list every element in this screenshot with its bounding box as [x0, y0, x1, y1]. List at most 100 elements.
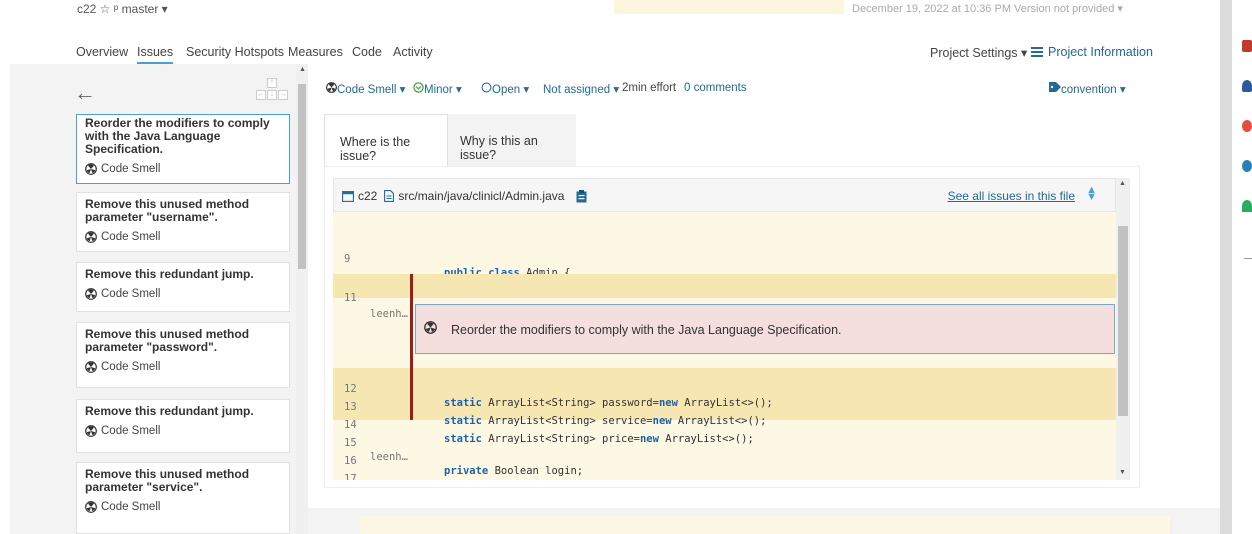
issue-list-item[interactable]: Reorder the modifiers to comply with the…	[76, 114, 290, 184]
code-line: 12 static ArrayList<String> password=new…	[333, 368, 1116, 409]
inline-issue-box[interactable]: Reorder the modifiers to comply with the…	[415, 304, 1115, 354]
issue-list-item[interactable]: Remove this unused method parameter "pas…	[76, 322, 290, 388]
rail-icon[interactable]	[1242, 160, 1252, 172]
tab-where-is-the-issue[interactable]: Where is the issue?	[324, 114, 448, 166]
code-line: 14 static ArrayList<String> price=new Ar…	[333, 404, 1116, 445]
back-arrow-icon[interactable]: ←	[74, 80, 96, 106]
app-root: c22 ☆ ᵖ master ▾ December 19, 2022 at 10…	[0, 0, 1252, 534]
code-line: 9 public class Admin {	[333, 240, 1116, 279]
issue-list-item[interactable]: Remove this unused method parameter "use…	[76, 192, 290, 252]
project-icon	[342, 190, 354, 202]
tab-issues[interactable]: Issues	[137, 45, 174, 64]
sidebar-scrollbar-thumb[interactable]	[298, 84, 306, 269]
project-settings-menu[interactable]: Project Settings ▾	[930, 45, 1027, 60]
code-line: 8	[333, 224, 1116, 240]
key-right-icon: →	[278, 90, 288, 100]
highlight-strip	[614, 0, 844, 14]
tab-measures[interactable]: Measures	[288, 45, 343, 59]
tab-why-is-this-an-issue[interactable]: Why is this an issue?	[448, 114, 576, 166]
user-icon[interactable]	[1242, 80, 1252, 92]
code-line: 15 leenh… private Boolean login;	[333, 422, 1116, 477]
issue-type: Code Smell	[85, 501, 281, 513]
file-path-label: src/main/java/clinicl/Admin.java	[398, 189, 565, 203]
issue-list-item[interactable]: Remove this redundant jump. Code Smell	[76, 399, 290, 453]
issue-title: Remove this unused method parameter "use…	[85, 197, 250, 224]
issue-type-menu[interactable]: Code Smell ▾	[326, 82, 405, 96]
key-left-icon: ←	[256, 90, 266, 100]
issue-list-item[interactable]: Remove this unused method parameter "ser…	[76, 462, 290, 534]
project-information-link[interactable]: Project Information	[1031, 45, 1153, 59]
rail-icon[interactable]	[1242, 120, 1252, 132]
issue-type-label: Code Smell	[101, 288, 161, 300]
code-line: 16	[333, 440, 1116, 467]
rail-divider	[1244, 258, 1252, 259]
inline-issue-message: Reorder the modifiers to comply with the…	[451, 323, 842, 337]
code-smell-icon	[85, 361, 97, 373]
project-branch-label[interactable]: c22 ☆ ᵖ master ▾	[77, 2, 168, 16]
issue-type-label: Code Smell	[101, 501, 161, 513]
clipboard-icon[interactable]	[576, 189, 587, 203]
project-topbar: c22 ☆ ᵖ master ▾ December 19, 2022 at 10…	[0, 0, 1220, 22]
tab-overview[interactable]: Overview	[76, 45, 128, 59]
issue-title: Remove this unused method parameter "pas…	[85, 327, 250, 354]
analysis-date: December 19, 2022 at 10:36 PM Version no…	[852, 3, 1123, 15]
minor-severity-icon	[413, 82, 424, 93]
code-line-highlighted: 11 leenh… static protected ArrayList<Str…	[333, 274, 1116, 336]
comments-link[interactable]: 0 comments	[684, 82, 747, 94]
code-viewer: 9 public class Admin { 10 11 leenh… stat…	[333, 240, 1116, 480]
issue-list-item[interactable]: Remove this redundant jump. Code Smell	[76, 262, 290, 312]
rail-icon[interactable]	[1242, 200, 1252, 212]
tab-activity[interactable]: Activity	[393, 45, 433, 59]
tag-menu[interactable]: convention ▾	[1049, 82, 1126, 96]
file-header: c22 src/main/java/clinicl/Admin.java See…	[333, 178, 1116, 212]
footer-strip	[308, 508, 1220, 534]
issue-type: Code Smell	[85, 163, 281, 175]
status-menu[interactable]: Open ▾	[481, 82, 529, 96]
issue-type-label: Code Smell	[101, 425, 161, 437]
scroll-up-arrow-icon[interactable]: ▲	[1119, 180, 1126, 187]
code-viewer-top: 8	[333, 212, 1116, 240]
rail-icon[interactable]	[1242, 40, 1252, 52]
code-smell-icon	[424, 321, 437, 334]
scm-author[interactable]: leenh…	[370, 306, 408, 322]
code-smell-icon	[85, 288, 97, 300]
code-smell-icon	[85, 501, 97, 513]
see-all-issues-link[interactable]: See all issues in this file	[948, 189, 1075, 203]
code-scrollbar[interactable]: ▲ ▼	[1116, 178, 1130, 480]
issue-type-label: Code Smell ▾	[337, 84, 406, 96]
issue-title: Remove this unused method parameter "ser…	[85, 467, 250, 494]
code-smell-icon	[326, 82, 337, 93]
tab-code[interactable]: Code	[352, 45, 382, 59]
code-line: 10	[333, 258, 1116, 285]
issue-meta-bar: Code Smell ▾ Minor ▾ Open ▾ Not assigned…	[326, 82, 1146, 100]
scroll-up-arrow-icon[interactable]: ▲	[299, 66, 306, 73]
issues-sidebar: ← ↑ ← ↓ → Reorder the modifiers to compl…	[10, 64, 308, 534]
issue-title: Reorder the modifiers to comply with the…	[85, 116, 270, 156]
issue-type: Code Smell	[85, 425, 281, 437]
key-down-icon: ↓	[267, 90, 277, 100]
right-icon-rail	[1232, 0, 1252, 534]
severity-label: Minor ▾	[424, 84, 462, 96]
code-line: 17 public Admin()	[333, 458, 1116, 480]
effort-label: 2min effort	[622, 82, 677, 94]
tab-security-hotspots[interactable]: Security Hotspots	[186, 45, 284, 59]
open-status-icon	[481, 82, 492, 93]
issue-title: Remove this redundant jump.	[85, 267, 254, 281]
code-line: 13 static ArrayList<String> service=new …	[333, 386, 1116, 427]
assignee-menu[interactable]: Not assigned ▾	[543, 82, 619, 96]
code-scrollbar-thumb[interactable]	[1118, 226, 1128, 416]
issue-type-label: Code Smell	[101, 231, 161, 243]
status-label: Open ▾	[492, 84, 530, 96]
issue-type-label: Code Smell	[101, 163, 161, 175]
line-number[interactable]: 11	[344, 290, 357, 306]
up-down-arrows-icon[interactable]: ▲ ▼	[1086, 185, 1097, 203]
project-information-label: Project Information	[1048, 45, 1153, 59]
severity-menu[interactable]: Minor ▾	[413, 82, 462, 96]
issue-type: Code Smell	[85, 288, 281, 300]
line-number[interactable]: 17	[344, 472, 357, 480]
project-key: c22	[358, 189, 378, 203]
footer-code-preview	[360, 516, 1170, 534]
scroll-down-arrow-icon[interactable]: ▼	[1119, 469, 1126, 476]
issue-detail-tabs: Where is the issue? Why is this an issue…	[324, 114, 1144, 166]
page-scrollbar[interactable]	[1220, 0, 1232, 534]
